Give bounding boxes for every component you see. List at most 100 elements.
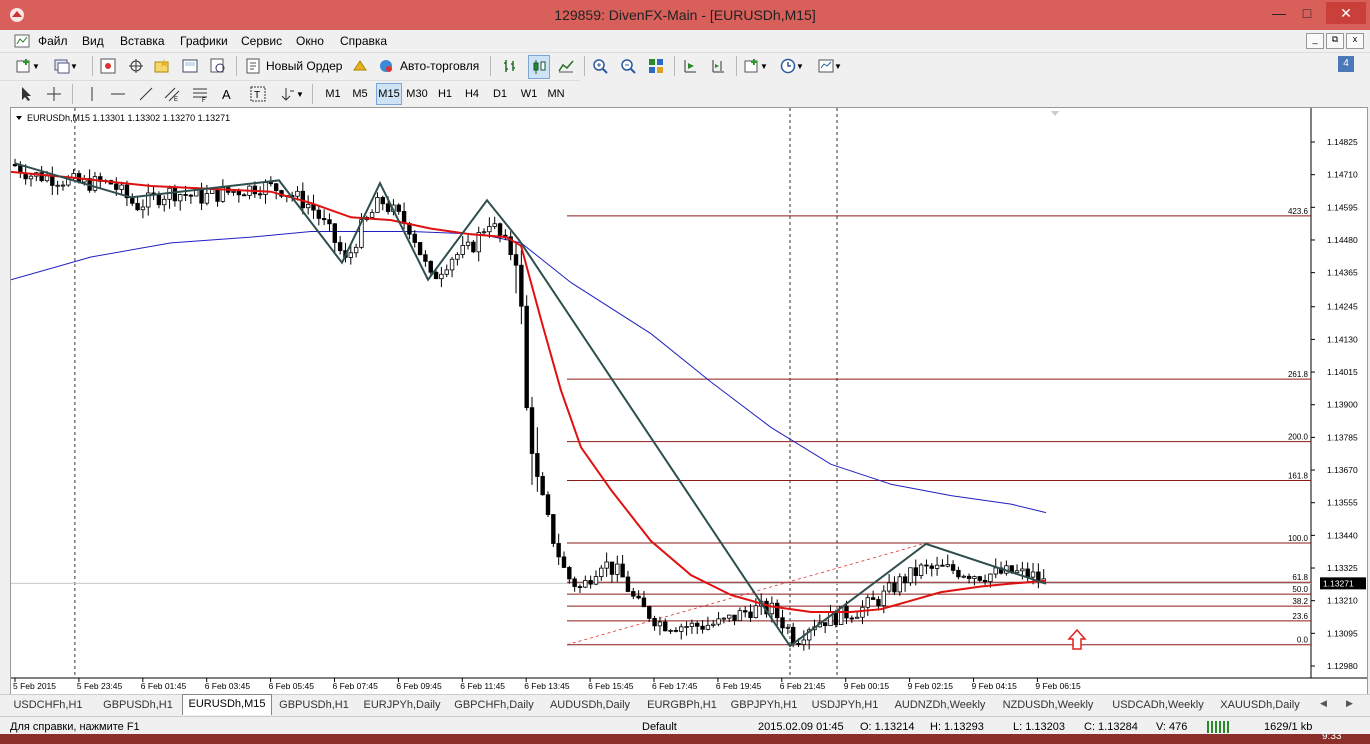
indicators-button[interactable]: ▼ xyxy=(744,55,768,77)
notifications-icon[interactable]: 4 xyxy=(1338,56,1354,72)
fibo-tool[interactable]: F xyxy=(192,83,208,105)
cursor-arrow-icon xyxy=(22,87,31,101)
child-minimize-button[interactable]: _ xyxy=(1306,33,1324,49)
chart-shift-button[interactable] xyxy=(710,55,726,77)
crosshair-tool[interactable] xyxy=(46,83,62,105)
candle-body xyxy=(162,198,167,206)
tab-xauusdh-daily[interactable]: XAUUSDh,Daily xyxy=(1214,696,1306,714)
child-restore-button[interactable]: ⧉ xyxy=(1326,33,1344,49)
price-label: 1.13785 xyxy=(1327,432,1358,442)
status-high: H: 1.13293 xyxy=(930,721,984,733)
price-label: 1.13555 xyxy=(1327,498,1358,508)
cursor-tool[interactable] xyxy=(18,83,34,105)
price-label: 1.13440 xyxy=(1327,530,1358,540)
data-window-button[interactable] xyxy=(128,55,144,77)
timeframe-h1[interactable]: H1 xyxy=(434,84,456,104)
candle-chart-button[interactable] xyxy=(528,55,550,79)
menu-view[interactable]: Вид xyxy=(82,34,104,48)
candle-body xyxy=(332,223,337,243)
auto-scroll-button[interactable] xyxy=(682,55,698,77)
candle-body xyxy=(774,602,780,619)
profiles-button[interactable]: ▼ xyxy=(54,55,78,77)
equidistant-channel-tool[interactable]: E xyxy=(164,83,180,105)
tab-nzdusdh-weekly[interactable]: NZDUSDh,Weekly xyxy=(994,696,1102,714)
tab-usdcadh-weekly[interactable]: USDCADh,Weekly xyxy=(1104,696,1212,714)
market-watch-button[interactable] xyxy=(100,55,116,77)
tab-eurgbph-h1[interactable]: EURGBPh,H1 xyxy=(640,696,724,714)
candle-body xyxy=(497,223,503,236)
candle-body xyxy=(178,194,183,202)
timeframe-mn[interactable]: MN xyxy=(544,84,568,104)
menu-tools[interactable]: Сервис xyxy=(241,34,282,48)
tab-usdchfh-h1[interactable]: USDCHFh,H1 xyxy=(2,696,94,714)
tester-icon xyxy=(210,58,225,73)
tab-eurusdh-m15[interactable]: EURUSDh,M15 xyxy=(182,694,272,715)
timeframe-h4[interactable]: H4 xyxy=(461,84,483,104)
bar-chart-button[interactable] xyxy=(502,55,518,77)
tab-gbpchfh-daily[interactable]: GBPCHFh,Daily xyxy=(448,696,540,714)
tab-gbpjpyh-h1[interactable]: GBPJPYh,H1 xyxy=(726,696,802,714)
child-close-button[interactable]: x xyxy=(1346,33,1364,49)
terminal-button[interactable] xyxy=(182,55,198,77)
taskbar-clock: 9:33 xyxy=(1322,731,1342,742)
timeframe-m30[interactable]: M30 xyxy=(404,84,430,104)
timeframe-m5[interactable]: M5 xyxy=(349,84,371,104)
tab-audusdh-daily[interactable]: AUDUSDh,Daily xyxy=(542,696,638,714)
chart-window[interactable]: EURUSDh,M15 1.13301 1.13302 1.13270 1.13… xyxy=(10,107,1368,696)
line-chart-button[interactable] xyxy=(558,55,574,77)
tab-gbpusdh-h1-2[interactable]: GBPUSDh,H1 xyxy=(272,696,356,714)
tab-gbpusdh-h1[interactable]: GBPUSDh,H1 xyxy=(96,696,180,714)
menu-file[interactable]: Файл xyxy=(38,34,68,48)
timeframe-m15[interactable]: M15 xyxy=(376,83,402,105)
candle-body xyxy=(982,579,988,583)
navigator-button[interactable] xyxy=(154,55,170,77)
tab-scroll-left-icon[interactable]: ◀ xyxy=(1320,698,1327,709)
maximize-button[interactable]: □ xyxy=(1294,2,1320,24)
menu-window[interactable]: Окно xyxy=(296,34,324,48)
tab-scroll-right-icon[interactable]: ▶ xyxy=(1346,698,1353,709)
tab-eurjpyh-daily[interactable]: EURJPYh,Daily xyxy=(358,696,446,714)
menu-insert[interactable]: Вставка xyxy=(120,34,165,48)
tile-windows-button[interactable] xyxy=(648,55,664,77)
price-label: 1.13095 xyxy=(1327,628,1358,638)
candle-body xyxy=(732,614,737,622)
timeframe-m1[interactable]: M1 xyxy=(322,84,344,104)
candle-body xyxy=(913,567,918,576)
price-label: 1.13900 xyxy=(1327,400,1358,410)
candle-body xyxy=(950,564,956,571)
price-chart[interactable]: EURUSDh,M15 1.13301 1.13302 1.13270 1.13… xyxy=(11,108,1367,695)
vertical-line-tool[interactable] xyxy=(84,83,100,105)
candle-body xyxy=(865,597,870,608)
horizontal-line-tool[interactable] xyxy=(110,83,126,105)
text-tool[interactable]: A xyxy=(222,83,231,105)
candle-body xyxy=(652,618,657,627)
templates-button[interactable]: ▼ xyxy=(818,55,842,77)
tab-usdjpyh-h1[interactable]: USDJPYh,H1 xyxy=(804,696,886,714)
fibo-level-label: 61.8 xyxy=(1292,573,1308,582)
zoom-out-button[interactable] xyxy=(620,55,636,77)
time-label: 9 Feb 04:15 xyxy=(972,681,1018,691)
candle-body xyxy=(599,567,604,577)
menu-charts[interactable]: Графики xyxy=(180,34,228,48)
close-button[interactable]: ✕ xyxy=(1326,2,1366,24)
new-chart-button[interactable]: ▼ xyxy=(16,55,40,77)
candle-body xyxy=(684,626,689,628)
periods-button[interactable]: ▼ xyxy=(780,55,804,77)
arrows-tool[interactable]: ▼ xyxy=(280,83,304,105)
menu-help[interactable]: Справка xyxy=(340,34,387,48)
tab-audnzdh-weekly[interactable]: AUDNZDh,Weekly xyxy=(888,696,992,714)
tester-button[interactable] xyxy=(210,55,226,77)
minimize-button[interactable]: — xyxy=(1266,2,1292,24)
timeframe-d1[interactable]: D1 xyxy=(489,84,511,104)
main-toolbar: ▼ ▼ Новый Ордер Авто-торговля ▼ ▼ ▼ 4 xyxy=(0,52,1370,129)
zoom-in-button[interactable] xyxy=(592,55,608,77)
candle-body xyxy=(423,254,428,262)
autotrade-button[interactable]: Авто-торговля xyxy=(378,55,479,77)
text-label-tool[interactable]: T xyxy=(250,83,266,105)
candle-body xyxy=(588,580,593,585)
time-label: 6 Feb 17:45 xyxy=(652,681,698,691)
trendline-tool[interactable] xyxy=(138,83,154,105)
timeframe-w1[interactable]: W1 xyxy=(517,84,541,104)
new-order-button[interactable]: Новый Ордер xyxy=(246,55,342,77)
candle-body xyxy=(257,193,263,196)
